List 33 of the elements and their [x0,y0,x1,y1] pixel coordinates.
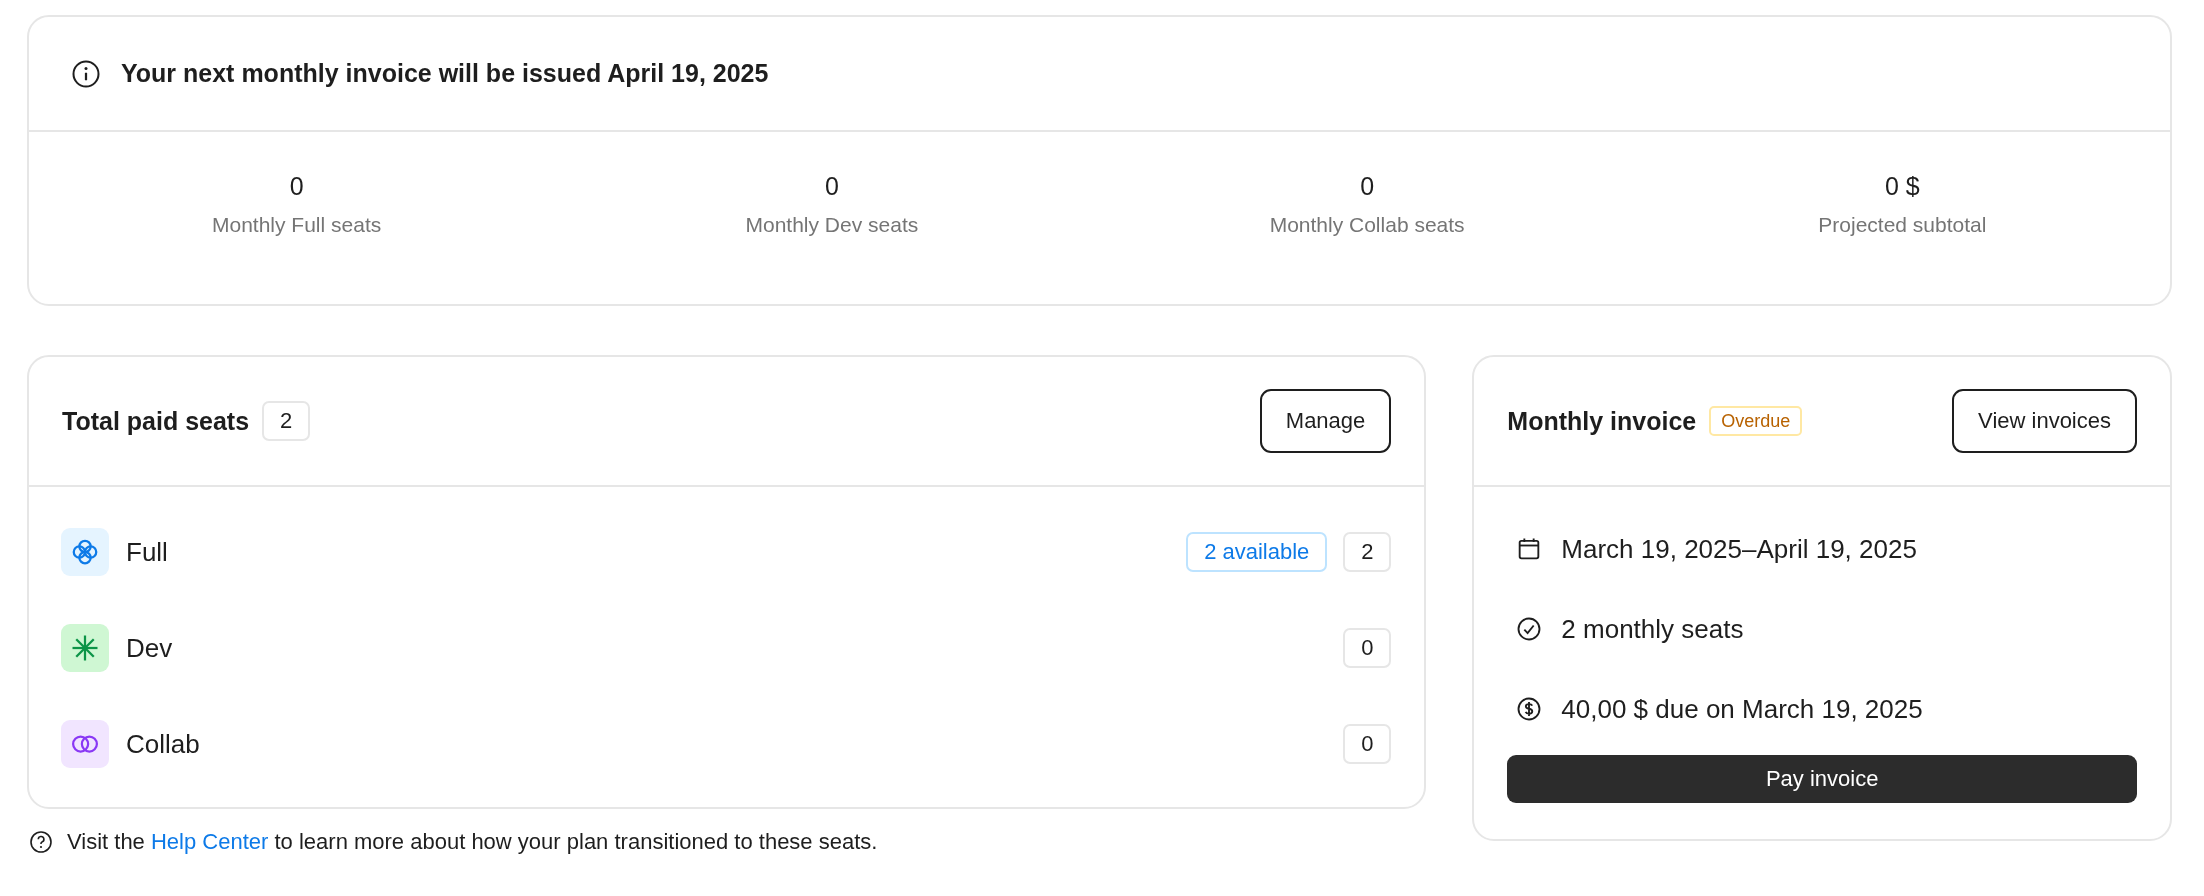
overlapping-circles-icon [61,528,109,576]
help-text: Visit the Help Center to learn more about how your plan transitioned to these seats. [67,829,878,855]
stat-value: 0 [289,172,304,201]
availability-badge: 2 available [1186,532,1328,572]
stat-label: Projected subtotal [1818,213,1987,237]
seat-type: Full [126,536,168,568]
info-icon [71,58,101,89]
seat-type: Dev [126,632,173,664]
invoice-detail: March 19, 2025–April 19, 2025 [1561,533,1917,565]
stat-value: 0 $ [1885,172,1920,201]
asterisk-icon [61,624,109,672]
seat-count: 0 [1343,724,1392,764]
stat-label: Monthly Dev seats [745,213,919,237]
stat-label: Monthly Collab seats [1269,213,1465,237]
stat-label: Monthly Full seats [212,213,382,237]
card-title: Monthly invoice [1507,406,1697,436]
invoice-detail: 2 monthly seats [1561,613,1744,645]
card-title: Total paid seats [62,406,250,436]
view-invoices-button[interactable]: View invoices [1952,389,2137,453]
seat-count: 2 [262,401,311,441]
help-center-link[interactable]: Help Center [151,829,269,854]
invoice-detail: 40,00 $ due on March 19, 2025 [1561,693,1923,725]
seat-count: 2 [1343,532,1392,572]
stat-value: 0 [824,172,839,201]
seat-type: Collab [126,728,200,760]
seat-count: 0 [1343,628,1392,668]
manage-button[interactable]: Manage [1259,389,1392,453]
pay-invoice-button[interactable]: Pay invoice [1507,755,2137,803]
help-icon [29,830,53,854]
status-badge: Overdue [1709,406,1803,436]
two-rings-icon [61,720,109,768]
stat-value: 0 [1360,172,1375,201]
invoice-notice: Your next monthly invoice will be issued April 19, 2025 [121,59,769,88]
